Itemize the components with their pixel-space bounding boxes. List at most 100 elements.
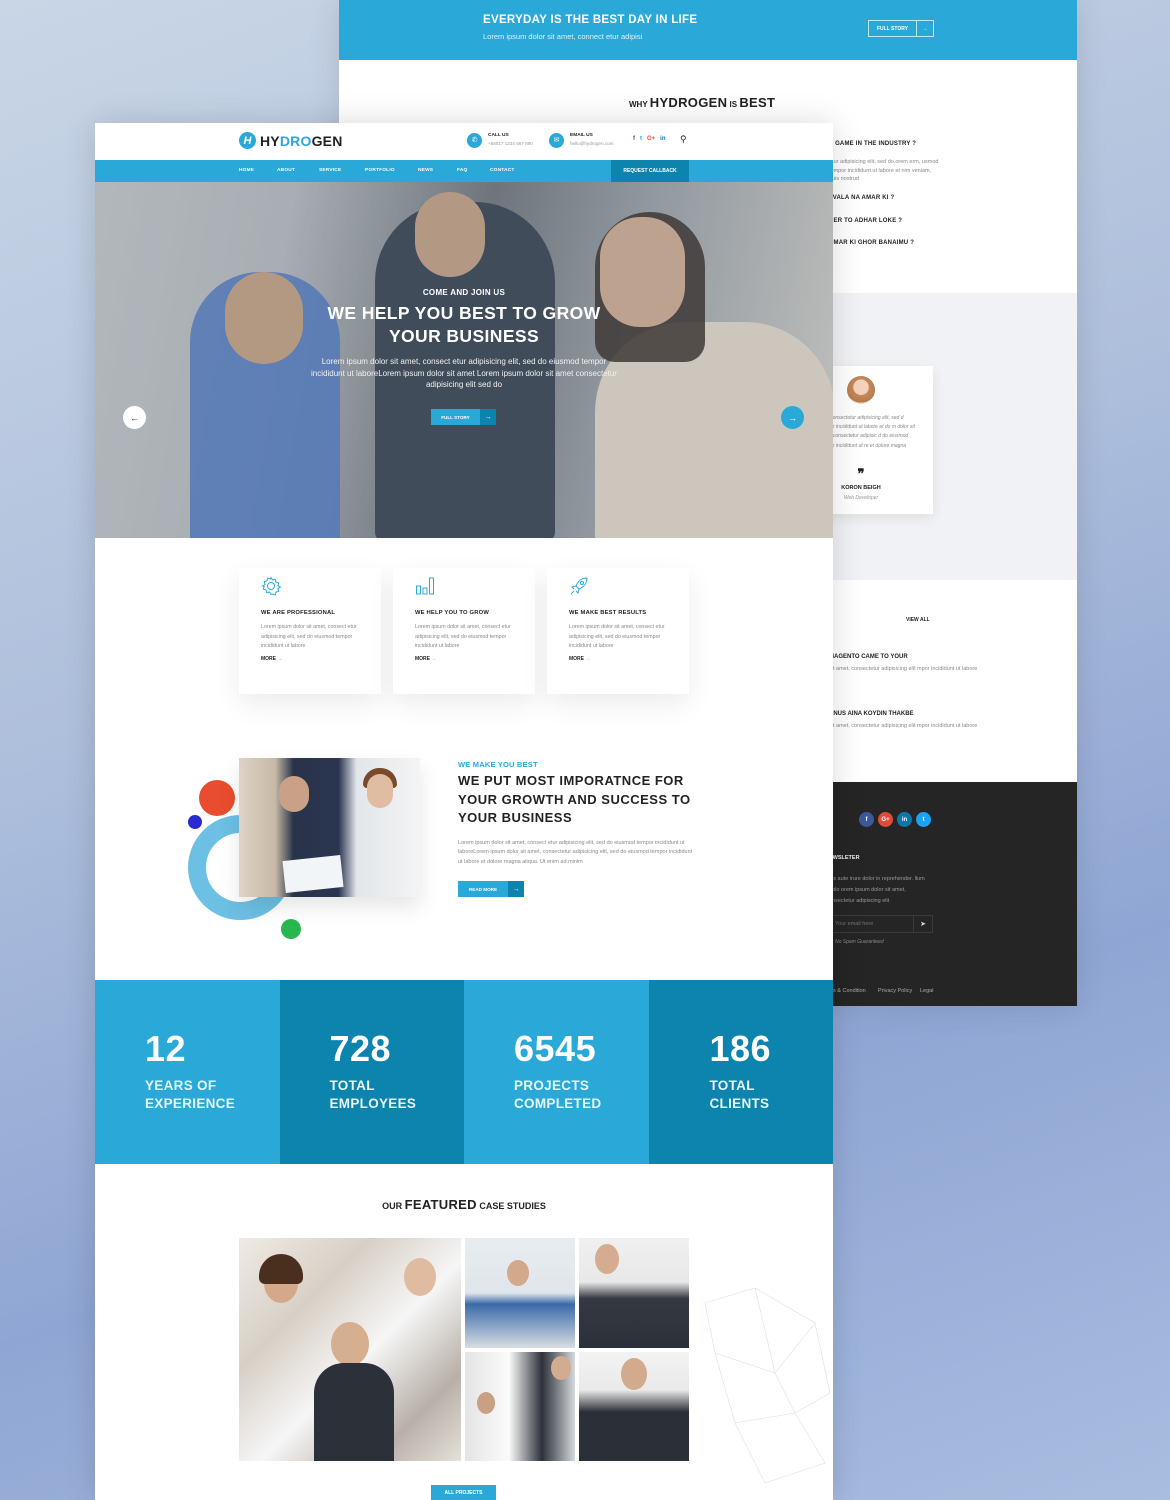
footer-link-legal[interactable]: Legal <box>920 988 933 994</box>
why-suffix: BEST <box>739 95 776 110</box>
faq-question[interactable]: E GAME IN THE INDUSTRY ? <box>829 141 916 147</box>
testimonial-text: met, consectetur adipisicing elit, sed d… <box>819 415 915 458</box>
feature-title: WE HELP YOU TO GROW <box>415 610 490 616</box>
nav-about[interactable]: ABOUT <box>277 160 295 182</box>
arrow-right-icon[interactable]: → <box>781 406 804 429</box>
feature-text: Lorem ipsum dolor sit amet, consect etur… <box>415 624 511 649</box>
case-study-person <box>477 1392 495 1414</box>
hero-subtitle: COME AND JOIN US <box>422 288 506 297</box>
nav-faq[interactable]: FAQ <box>457 160 467 182</box>
logo-part: HY <box>260 132 280 149</box>
network-pattern <box>704 1287 831 1484</box>
linkedin-icon[interactable]: in <box>897 812 912 827</box>
stat-block: 186 TOTAL CLIENTS <box>648 980 833 1164</box>
arrow-right-icon: → <box>277 656 283 662</box>
more-label: MORE <box>261 656 276 662</box>
stat-label-line: TOTAL <box>329 1078 375 1093</box>
nav-news[interactable]: NEWS <box>418 160 433 182</box>
nav-service[interactable]: SERVICE <box>319 160 341 182</box>
more-link[interactable]: MORE → <box>261 656 282 662</box>
newsletter-form: ➤ <box>829 915 933 933</box>
logo-part: DRO <box>279 132 312 149</box>
case-study-person <box>621 1358 647 1390</box>
google-plus-icon[interactable]: G+ <box>878 812 893 827</box>
stat-value: 186 <box>709 1028 772 1069</box>
news-excerpt: sit amet, consectetur adipisicing elit m… <box>829 723 978 729</box>
case-study-person <box>259 1254 303 1284</box>
facebook-icon[interactable]: f <box>633 136 635 142</box>
stat-block: 728 TOTAL EMPLOYEES <box>279 980 464 1164</box>
faq-question[interactable]: I VALA NA AMAR KI ? <box>829 195 894 201</box>
full-story-button[interactable]: FULL STORY → <box>868 20 934 37</box>
about-title: WE PUT MOST IMPORATNCE FOR YOUR GROWTH A… <box>458 773 691 825</box>
logo-text: HYDROGEN <box>260 133 343 149</box>
news-title[interactable]: ANUS AINA KOYDIN THAKBE <box>829 711 914 717</box>
more-link[interactable]: MORE → <box>569 656 590 662</box>
testimonial-card: met, consectetur adipisicing elit, sed d… <box>819 366 933 514</box>
case-study-image[interactable] <box>465 1352 575 1461</box>
arrow-right-icon: → <box>922 25 928 32</box>
about-text: Lorem ipsum dolor sit amet, consect etur… <box>458 840 693 865</box>
view-all-link[interactable]: VIEW ALL <box>906 617 930 623</box>
feature-card: WE HELP YOU TO GROW Lorem ipsum dolor si… <box>393 568 535 694</box>
facebook-icon[interactable]: f <box>859 812 874 827</box>
about-image-person <box>279 776 309 812</box>
arrow-right-icon: → <box>508 881 524 897</box>
stat-label-line: EMPLOYEES <box>329 1096 417 1111</box>
nav-portfolio[interactable]: PORTFOLIO <box>365 160 395 182</box>
hero-title-line: WE HELP YOU BEST TO GROW <box>327 303 601 323</box>
nav-contact[interactable]: CONTACT <box>490 160 515 182</box>
case-study-image[interactable] <box>579 1352 689 1461</box>
google-plus-icon[interactable]: G+ <box>647 136 655 142</box>
case-study-image[interactable] <box>579 1238 689 1348</box>
twitter-icon[interactable]: t <box>916 812 931 827</box>
no-spam-note: No Spam Guaranteed <box>835 939 884 945</box>
decorative-dot <box>199 780 235 816</box>
stat-value: 6545 <box>514 1028 597 1069</box>
footer-link-privacy[interactable]: Privacy Policy <box>878 988 912 994</box>
footer-link-terms[interactable]: s & Condition <box>833 988 866 994</box>
logo-part: GEN <box>311 132 343 149</box>
call-label: CALL US <box>488 133 509 138</box>
search-icon[interactable]: ⚲ <box>680 134 687 145</box>
email-input[interactable] <box>830 916 914 932</box>
stat-label: PROJECTS COMPLETED <box>514 1077 601 1113</box>
all-projects-button[interactable]: ALL PROJECTS <box>431 1485 496 1500</box>
arrow-right-icon: → <box>480 409 496 425</box>
nav-home[interactable]: HOME <box>239 160 254 182</box>
stat-label-line: EXPERIENCE <box>145 1096 236 1111</box>
stat-block: 12 YEARS OF EXPERIENCE <box>95 980 280 1164</box>
case-study-person <box>551 1356 571 1380</box>
feature-title: WE MAKE BEST RESULTS <box>569 610 647 616</box>
why-heading: WHY HYDROGEN IS BEST <box>629 95 775 110</box>
arrow-right-icon: → <box>431 656 437 662</box>
case-study-image[interactable] <box>465 1238 575 1348</box>
news-excerpt: sit amet, consectetur adipisicing elit m… <box>829 666 978 672</box>
logo[interactable]: H HYDROGEN <box>239 132 343 149</box>
linkedin-icon[interactable]: in <box>660 136 665 142</box>
mail-icon: ✉ <box>549 132 564 148</box>
more-link[interactable]: MORE → <box>415 656 436 662</box>
stat-value: 12 <box>145 1028 187 1069</box>
case-study-person <box>507 1260 529 1286</box>
arrow-right-icon: → <box>585 656 591 662</box>
faq-question[interactable]: AMAR KI GHOR BANAIMU ? <box>829 240 914 246</box>
faq-question[interactable]: NER TO ADHAR LOKE ? <box>829 218 902 224</box>
paper-plane-icon[interactable]: ➤ <box>914 916 932 932</box>
read-more-button[interactable]: READ MORE → <box>458 881 524 897</box>
stat-label-line: CLIENTS <box>709 1096 770 1111</box>
phone-icon: ✆ <box>467 132 482 148</box>
news-title[interactable]: MAGENTO CAME TO YOUR <box>829 654 908 660</box>
request-callback-button[interactable]: REQUEST CALLBACK <box>611 160 689 182</box>
banner-subtitle: Lorem ipsum dolor sit amet, connect etur… <box>483 32 643 41</box>
case-study-image[interactable] <box>239 1238 461 1461</box>
hero-full-story-button[interactable]: FULL STORY → <box>431 409 496 425</box>
email-value[interactable]: hello@hydrogen.com <box>570 140 613 148</box>
header: H HYDROGEN ✆ CALL US +88017 1234 567 890… <box>95 123 833 160</box>
stat-label: TOTAL EMPLOYEES <box>330 1077 417 1113</box>
call-value[interactable]: +88017 1234 567 890 <box>488 140 533 148</box>
stat-label-line: PROJECTS <box>514 1078 590 1093</box>
twitter-icon[interactable]: t <box>640 136 642 142</box>
arrow-left-icon[interactable]: ← <box>123 406 146 429</box>
hero-description: Lorem ipsum dolor sit amet, consect etur… <box>311 357 617 389</box>
